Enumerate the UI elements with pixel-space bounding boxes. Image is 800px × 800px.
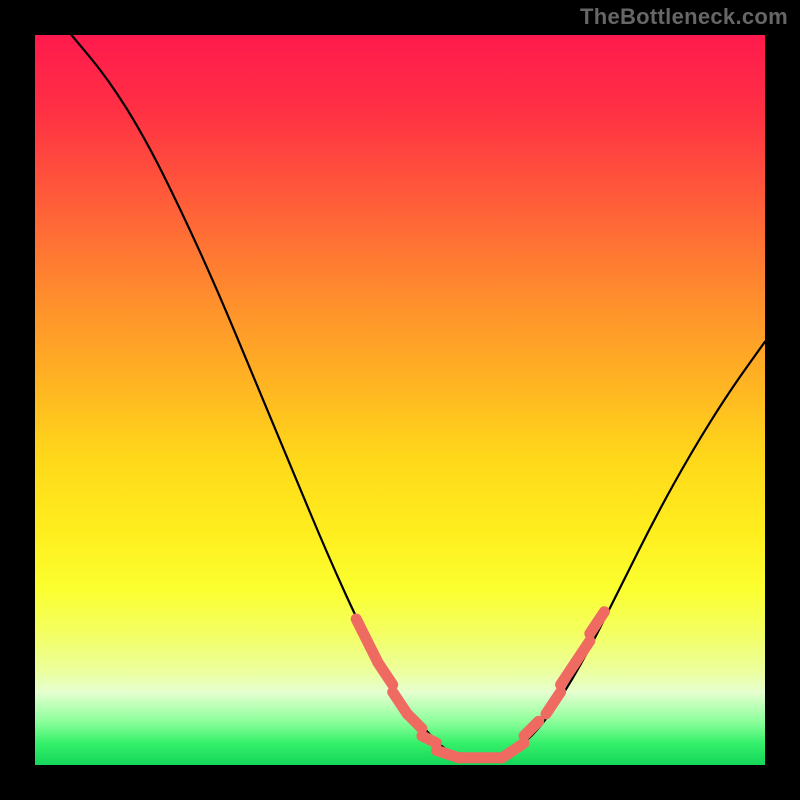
plot-area xyxy=(35,35,765,765)
chart-frame: TheBottleneck.com xyxy=(0,0,800,800)
highlight-dash xyxy=(546,692,561,714)
curve-svg xyxy=(35,35,765,765)
highlight-dash xyxy=(422,736,437,743)
bottleneck-curve xyxy=(72,35,766,758)
highlight-dash xyxy=(502,743,524,758)
highlight-dash xyxy=(575,641,590,663)
highlight-dash xyxy=(590,612,605,634)
watermark-label: TheBottleneck.com xyxy=(580,4,788,30)
highlight-dash xyxy=(407,714,422,729)
highlight-dash xyxy=(524,721,539,736)
highlight-dash xyxy=(378,663,393,685)
highlight-group xyxy=(356,612,604,758)
highlight-dash xyxy=(356,619,378,663)
